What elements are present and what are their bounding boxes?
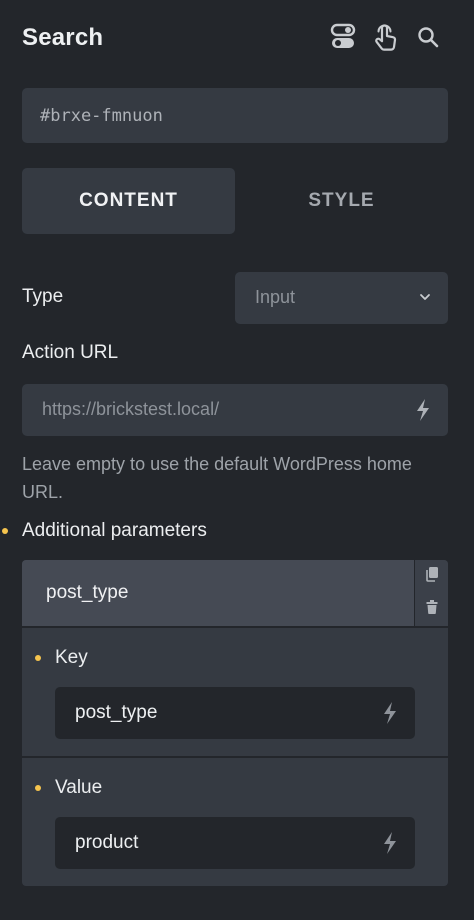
divider — [22, 756, 448, 758]
divider — [22, 626, 448, 628]
action-url-input[interactable]: https://brickstest.local/ — [22, 384, 448, 436]
action-url-help-text: Leave empty to use the default WordPress… — [22, 454, 412, 502]
repeater-item-actions — [414, 560, 448, 626]
value-input[interactable]: product — [55, 817, 415, 869]
action-url-label: Action URL — [22, 342, 119, 363]
additional-parameters-label: Additional parameters — [22, 520, 207, 541]
trash-icon[interactable] — [424, 599, 440, 615]
clone-icon[interactable] — [424, 566, 440, 582]
value-input-value: product — [75, 832, 139, 853]
key-input-value: post_type — [75, 702, 158, 723]
key-input[interactable]: post_type — [55, 687, 415, 739]
dynamic-data-bolt-icon[interactable] — [379, 701, 401, 725]
panel-title: Search — [22, 24, 104, 51]
chevron-down-icon — [418, 290, 432, 309]
repeater-item-title: post_type — [46, 582, 129, 603]
modified-indicator-dot — [35, 785, 41, 791]
key-label: Key — [55, 647, 88, 668]
toggle-icon[interactable] — [328, 22, 358, 52]
dynamic-data-bolt-icon[interactable] — [412, 398, 434, 422]
action-url-placeholder: https://brickstest.local/ — [42, 399, 220, 419]
element-id-input[interactable] — [22, 88, 448, 143]
tab-content[interactable]: CONTENT — [22, 168, 235, 234]
dynamic-data-bolt-icon[interactable] — [379, 831, 401, 855]
value-label: Value — [55, 777, 103, 798]
modified-indicator-dot — [35, 655, 41, 661]
parameters-repeater: post_type Key post_type Value product — [22, 560, 448, 886]
pointer-hand-icon[interactable] — [370, 22, 400, 52]
type-select-value: Input — [255, 287, 296, 307]
type-select[interactable]: Input — [235, 272, 448, 324]
tab-style[interactable]: STYLE — [235, 168, 448, 234]
search-icon[interactable] — [413, 22, 443, 52]
type-label: Type — [22, 286, 64, 307]
panel-header: Search — [0, 0, 474, 78]
repeater-item-header[interactable]: post_type — [22, 560, 414, 626]
panel-tabs: CONTENT STYLE — [22, 168, 448, 234]
modified-indicator-dot — [2, 528, 8, 534]
